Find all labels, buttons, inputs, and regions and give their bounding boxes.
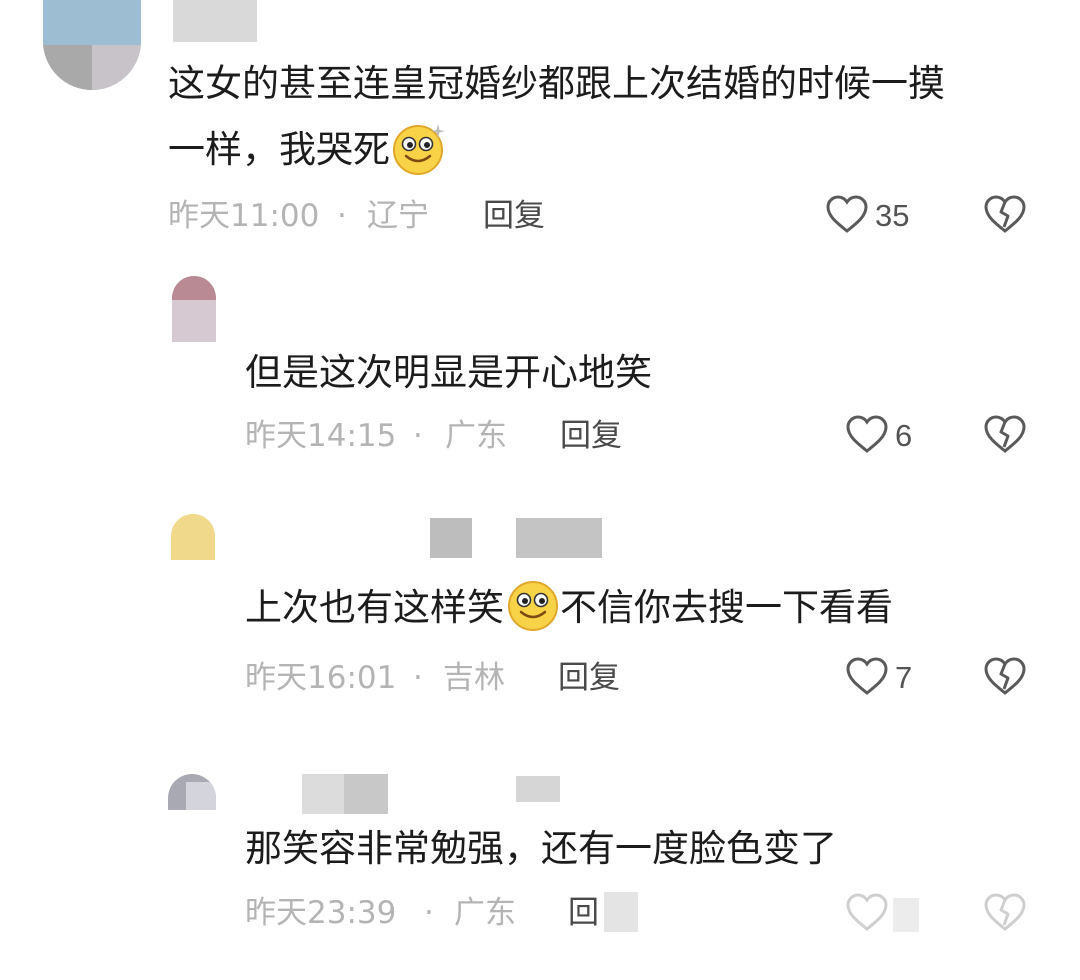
like-count: 6 bbox=[895, 418, 913, 453]
comment-text-part-1: 上次也有这样笑 bbox=[245, 586, 504, 629]
reply-button[interactable]: 回复 bbox=[558, 658, 620, 698]
broken-heart-icon bbox=[983, 195, 1027, 238]
comment-time: 昨天16:01 bbox=[245, 660, 397, 696]
avatar[interactable] bbox=[171, 514, 215, 560]
redacted-area bbox=[893, 898, 919, 932]
comment-text: 一样，我哭死 bbox=[168, 128, 390, 171]
like-button[interactable] bbox=[845, 892, 889, 936]
heart-outline-icon bbox=[845, 656, 889, 700]
avatar[interactable] bbox=[168, 774, 216, 810]
meta-separator: · bbox=[337, 198, 347, 234]
dislike-button[interactable] bbox=[983, 656, 1027, 700]
meta-separator: · bbox=[424, 895, 434, 931]
comment-text-line-1: 这女的甚至连皇冠婚纱都跟上次结婚的时候一摸 bbox=[168, 62, 945, 105]
heart-outline-icon bbox=[845, 414, 889, 458]
username-redacted bbox=[516, 518, 602, 558]
username-redacted bbox=[344, 774, 388, 814]
comment-time: 昨天23:39 bbox=[245, 895, 397, 931]
heart-outline-icon bbox=[845, 892, 889, 936]
reply-button[interactable]: 回 bbox=[568, 893, 599, 933]
comment-thread: 这女的甚至连皇冠婚纱都跟上次结婚的时候一摸 一样，我哭死 昨天11:00 · 辽… bbox=[0, 0, 1080, 980]
broken-heart-icon bbox=[983, 893, 1027, 936]
avatar[interactable] bbox=[172, 276, 216, 342]
reply-button[interactable]: 回复 bbox=[560, 416, 622, 456]
dislike-button[interactable] bbox=[983, 892, 1027, 936]
comment-text: 但是这次明显是开心地笑 bbox=[245, 351, 652, 394]
avatar[interactable] bbox=[43, 0, 141, 90]
broken-heart-icon bbox=[983, 657, 1027, 700]
broken-heart-icon bbox=[983, 415, 1027, 458]
redacted-area bbox=[604, 892, 638, 932]
like-button[interactable]: 7 bbox=[845, 656, 912, 700]
comment-location: 广东 bbox=[445, 418, 507, 454]
comment-location: 辽宁 bbox=[367, 198, 429, 234]
like-count: 35 bbox=[875, 198, 910, 233]
username-redacted bbox=[516, 776, 560, 802]
meta-separator: · bbox=[413, 418, 423, 454]
like-button[interactable]: 6 bbox=[845, 414, 912, 458]
comment-time: 昨天11:00 bbox=[168, 198, 320, 234]
comment-text: 上次也有这样笑 不信你去搜一下看看 bbox=[245, 576, 893, 640]
heart-outline-icon bbox=[825, 194, 869, 238]
comment-text: 那笑容非常勉强，还有一度脸色变了 bbox=[245, 827, 837, 870]
meta-separator: · bbox=[413, 660, 423, 696]
reply-button[interactable]: 回复 bbox=[483, 196, 545, 236]
username-redacted bbox=[430, 518, 472, 558]
dislike-button[interactable] bbox=[983, 414, 1027, 458]
like-button[interactable]: 35 bbox=[825, 194, 909, 238]
username-redacted bbox=[302, 774, 344, 814]
smiling-face-emoji-icon bbox=[392, 120, 445, 175]
comment-text-line-2: 一样，我哭死 bbox=[168, 118, 446, 182]
comment-location: 广东 bbox=[454, 895, 516, 931]
comment-location: 吉林 bbox=[443, 660, 505, 696]
dislike-button[interactable] bbox=[983, 194, 1027, 238]
comment-time: 昨天14:15 bbox=[245, 418, 397, 454]
comment-text-part-2: 不信你去搜一下看看 bbox=[560, 586, 893, 629]
like-count: 7 bbox=[895, 660, 913, 695]
smiling-face-emoji-icon bbox=[506, 578, 558, 631]
username-redacted bbox=[173, 0, 257, 42]
